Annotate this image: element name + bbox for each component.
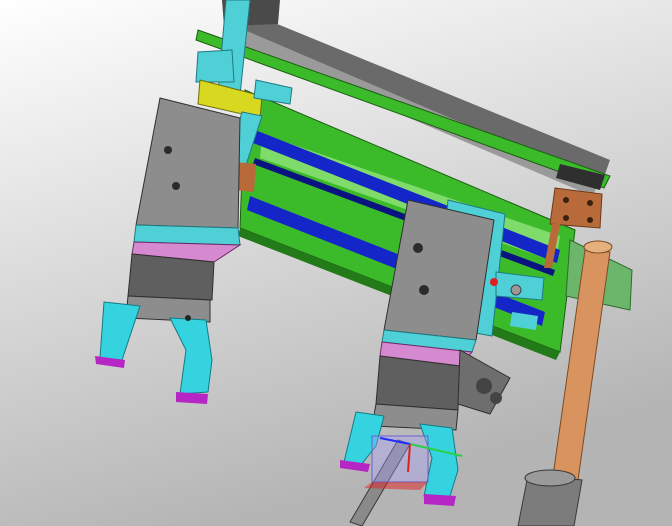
assembly-model[interactable] [0,0,672,526]
cad-3d-viewport[interactable] [0,0,672,526]
